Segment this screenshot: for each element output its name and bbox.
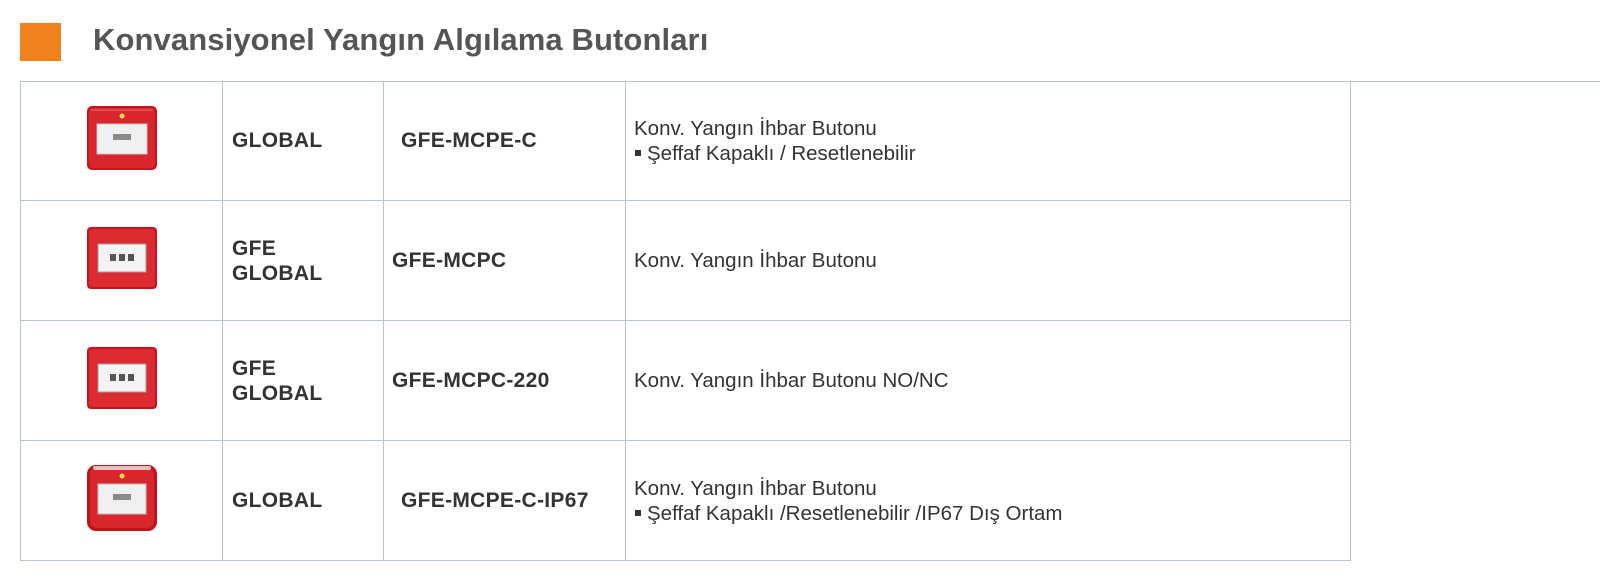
- code-cell: GFE-MCPC: [383, 200, 626, 321]
- table-row: GFE GLOBAL GFE-MCPC Konv. Yangın İhbar B…: [20, 200, 1351, 321]
- product-image-cell: [20, 81, 223, 201]
- description-line: Konv. Yangın İhbar Butonu: [634, 249, 877, 272]
- brand-cell: GLOBAL: [222, 440, 384, 561]
- description-line: Konv. Yangın İhbar Butonu: [634, 476, 877, 500]
- fire-alarm-button-clear-cover-icon: [85, 104, 159, 177]
- description-cell: Konv. Yangın İhbar Butonu Şeffaf Kapaklı…: [625, 81, 1351, 201]
- code-cell: GFE-MCPE-C: [383, 81, 626, 201]
- fire-alarm-button-icon: [85, 225, 159, 296]
- table-row: GLOBAL GFE-MCPE-C Konv. Yangın İhbar But…: [20, 81, 1351, 201]
- product-image-cell: [20, 440, 223, 561]
- description-bullet-line: Şeffaf Kapaklı /Resetlenebilir /IP67 Dış…: [634, 501, 1350, 526]
- description-line: Konv. Yangın İhbar Butonu NO/NC: [634, 369, 949, 392]
- page-title: Konvansiyonel Yangın Algılama Butonları: [93, 22, 709, 57]
- table-row: GFE GLOBAL GFE-MCPC-220 Konv. Yangın İhb…: [20, 320, 1351, 441]
- code-cell: GFE-MCPC-220: [383, 320, 626, 441]
- description-bullet-line: Şeffaf Kapaklı / Resetlenebilir: [634, 141, 1350, 166]
- product-table: GLOBAL GFE-MCPE-C Konv. Yangın İhbar But…: [20, 81, 1351, 561]
- product-description: Konv. Yangın İhbar Butonu Şeffaf Kapaklı…: [626, 476, 1350, 526]
- description-line: Konv. Yangın İhbar Butonu: [634, 116, 877, 140]
- product-code: GFE-MCPE-C: [401, 128, 537, 152]
- description-cell: Konv. Yangın İhbar Butonu Şeffaf Kapaklı…: [625, 440, 1351, 561]
- fire-alarm-button-ip67-icon: [85, 463, 159, 538]
- brand-cell: GFE GLOBAL: [222, 200, 384, 321]
- product-description: Konv. Yangın İhbar Butonu NO/NC: [626, 368, 1350, 393]
- product-code: GFE-MCPE-C-IP67: [401, 488, 589, 512]
- title-accent-square: [20, 23, 61, 61]
- brand-name: GLOBAL: [232, 129, 323, 152]
- description-cell: Konv. Yangın İhbar Butonu: [625, 200, 1351, 321]
- brand-cell: GLOBAL: [222, 81, 384, 201]
- product-description: Konv. Yangın İhbar Butonu Şeffaf Kapaklı…: [626, 116, 1350, 166]
- product-image-cell: [20, 320, 223, 441]
- brand-line: GLOBAL: [232, 261, 323, 285]
- description-cell: Konv. Yangın İhbar Butonu NO/NC: [625, 320, 1351, 441]
- brand-line: GFE: [232, 236, 277, 260]
- brand-line: GFE: [232, 356, 277, 380]
- brand-name: GFE GLOBAL: [223, 236, 383, 286]
- bullet-icon: [635, 149, 641, 156]
- brand-line: GLOBAL: [232, 381, 323, 405]
- brand-cell: GFE GLOBAL: [222, 320, 384, 441]
- product-code: GFE-MCPC-220: [392, 368, 550, 392]
- brand-name: GFE GLOBAL: [223, 356, 383, 406]
- brand-name: GLOBAL: [232, 489, 323, 512]
- product-description: Konv. Yangın İhbar Butonu: [626, 248, 1350, 273]
- description-bullet-text: Şeffaf Kapaklı /Resetlenebilir /IP67 Dış…: [647, 501, 1063, 525]
- product-image-cell: [20, 200, 223, 321]
- bullet-icon: [635, 509, 641, 516]
- product-code: GFE-MCPC: [392, 248, 507, 272]
- table-row: GLOBAL GFE-MCPE-C-IP67 Konv. Yangın İhba…: [20, 440, 1351, 561]
- fire-alarm-button-icon: [85, 345, 159, 416]
- description-bullet-text: Şeffaf Kapaklı / Resetlenebilir: [647, 141, 916, 165]
- code-cell: GFE-MCPE-C-IP67: [383, 440, 626, 561]
